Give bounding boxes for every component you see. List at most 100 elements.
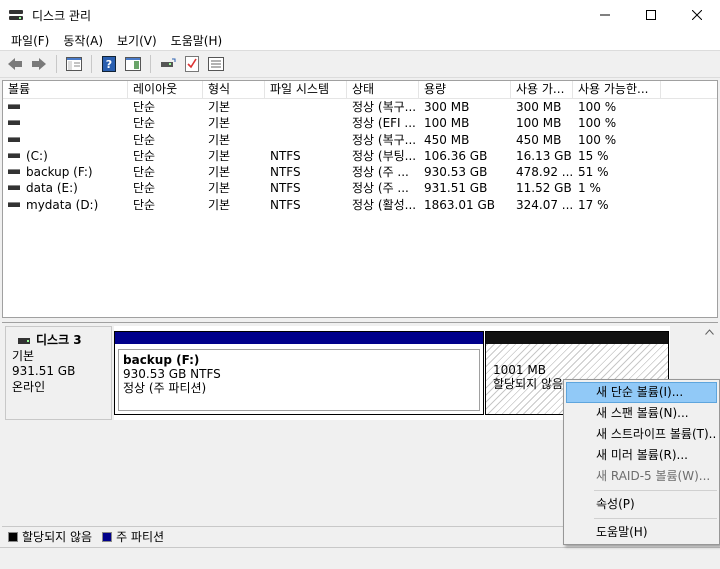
- volume-row[interactable]: 단순 기본 정상 (복구... 300 MB 300 MB 100 %: [3, 99, 717, 115]
- volume-status: 정상 (활성...: [352, 197, 417, 212]
- volume-filesystem: NTFS: [270, 148, 301, 163]
- partition-name: backup (F:): [123, 353, 200, 367]
- volume-icon: [8, 136, 20, 142]
- volume-filesystem: [265, 132, 347, 148]
- disk-info[interactable]: 디스크 3 기본 931.51 GB 온라인: [5, 326, 112, 420]
- column-header-layout[interactable]: 레이아웃: [128, 81, 203, 99]
- volume-layout: 단순: [133, 165, 156, 180]
- volume-icon: [8, 152, 20, 158]
- primary-partition[interactable]: backup (F:) 930.53 GB NTFS 정상 (주 파티션): [114, 331, 484, 415]
- menu-item-new-simple-volume[interactable]: 새 단순 볼륨(I)...: [566, 382, 717, 403]
- disk-state: 온라인: [12, 379, 46, 394]
- check-button[interactable]: [181, 53, 203, 75]
- check-icon: [185, 56, 199, 72]
- volume-percent-free: 100 %: [578, 100, 617, 114]
- column-header-percent-free[interactable]: 사용 가능한...: [573, 81, 661, 99]
- volume-filesystem: [265, 99, 347, 115]
- volume-name: backup (F:): [26, 165, 93, 180]
- volume-layout: 단순: [133, 148, 156, 163]
- primary-partition-bar: [115, 332, 483, 344]
- volume-status: 정상 (주 ...: [352, 181, 409, 196]
- menu-item-new-mirrored-volume[interactable]: 새 미러 볼륨(R)...: [566, 445, 717, 466]
- volume-percent-free: 100 %: [578, 132, 617, 147]
- volume-icon: [8, 185, 20, 191]
- volume-row[interactable]: backup (F:) 단순 기본 NTFS 정상 (주 ... 930.53 …: [3, 164, 717, 180]
- menu-file[interactable]: 파일(F): [4, 32, 56, 49]
- volume-filesystem: NTFS: [270, 165, 301, 180]
- volume-free: 16.13 GB: [516, 148, 572, 163]
- disk-type: 기본: [12, 348, 35, 363]
- volume-percent-free: 1 %: [578, 181, 601, 196]
- column-header-capacity[interactable]: 용량: [419, 81, 511, 99]
- menu-item-help[interactable]: 도움말(H): [566, 522, 717, 543]
- help-button[interactable]: ?: [98, 53, 120, 75]
- volume-row[interactable]: (C:) 단순 기본 NTFS 정상 (부팅... 106.36 GB 16.1…: [3, 148, 717, 164]
- column-header-free-space[interactable]: 사용 가...: [511, 81, 573, 99]
- menu-separator: [594, 490, 717, 491]
- volume-percent-free: 51 %: [578, 165, 609, 180]
- column-header-volume[interactable]: 볼륨: [3, 81, 128, 99]
- unallocated-partition-bar: [486, 332, 668, 344]
- back-arrow-icon: [8, 58, 22, 70]
- toolbar-separator: [56, 55, 57, 73]
- menu-item-new-spanned-volume[interactable]: 새 스팬 볼륨(N)...: [566, 403, 717, 424]
- menu-view[interactable]: 보기(V): [110, 32, 164, 49]
- properties-icon: [208, 57, 224, 71]
- column-header-type[interactable]: 형식: [203, 81, 265, 99]
- properties-button[interactable]: [205, 53, 227, 75]
- legend-label-unallocated: 할당되지 않음: [22, 530, 93, 544]
- connect-drive-button[interactable]: [157, 53, 179, 75]
- column-header-filesystem[interactable]: 파일 시스템: [265, 81, 347, 99]
- back-button[interactable]: [4, 53, 26, 75]
- volume-type: 기본: [208, 197, 231, 212]
- maximize-button[interactable]: [628, 0, 674, 30]
- volume-row[interactable]: data (E:) 단순 기본 NTFS 정상 (주 ... 931.51 GB…: [3, 180, 717, 196]
- menu-item-properties[interactable]: 속성(P): [566, 494, 717, 515]
- menu-help[interactable]: 도움말(H): [164, 32, 230, 49]
- maximize-icon: [646, 10, 656, 20]
- volume-free: 450 MB: [516, 132, 562, 147]
- volume-type: 기본: [208, 165, 231, 180]
- volume-free: 300 MB: [516, 100, 562, 114]
- volume-free: 324.07 ...: [516, 197, 573, 212]
- scroll-up-icon[interactable]: [705, 329, 714, 335]
- toolbar-separator: [150, 55, 151, 73]
- volume-layout: 단순: [133, 132, 156, 147]
- forward-button[interactable]: [28, 53, 50, 75]
- volume-free: 478.92 ...: [516, 165, 573, 180]
- connect-drive-icon: [161, 58, 176, 67]
- volume-icon: [8, 169, 20, 175]
- disk-icon: [18, 337, 30, 344]
- volume-layout: 단순: [133, 181, 156, 196]
- partition-size: 930.53 GB NTFS: [123, 367, 221, 381]
- console-tree-icon: [66, 57, 82, 71]
- volume-list: 볼륨 레이아웃 형식 파일 시스템 상태 용량 사용 가... 사용 가능한..…: [2, 80, 718, 318]
- volume-percent-free: 100 %: [578, 116, 617, 131]
- menu-action[interactable]: 동작(A): [56, 32, 110, 49]
- close-button[interactable]: [674, 0, 720, 30]
- menu-item-new-striped-volume[interactable]: 새 스트라이프 볼륨(T)...: [566, 424, 717, 445]
- toolbar-separator: [91, 55, 92, 73]
- detail-pane-button[interactable]: [122, 53, 144, 75]
- volume-name: (C:): [26, 148, 48, 163]
- volume-status: 정상 (복구...: [352, 100, 417, 114]
- menu-item-new-raid5-volume: 새 RAID-5 볼륨(W)...: [596, 469, 711, 483]
- minimize-button[interactable]: [582, 0, 628, 30]
- volume-row[interactable]: 단순 기본 정상 (복구... 450 MB 450 MB 100 %: [3, 132, 717, 148]
- column-header-status[interactable]: 상태: [347, 81, 419, 99]
- volume-capacity: 450 MB: [424, 132, 470, 147]
- volume-capacity: 106.36 GB: [424, 148, 488, 163]
- menu-bar: 파일(F) 동작(A) 보기(V) 도움말(H): [0, 30, 720, 50]
- console-tree-button[interactable]: [63, 53, 85, 75]
- title-bar: 디스크 관리: [0, 0, 720, 30]
- volume-filesystem: [265, 115, 347, 131]
- volume-type: 기본: [208, 100, 231, 114]
- volume-layout: 단순: [133, 100, 156, 114]
- volume-status: 정상 (복구...: [352, 132, 417, 147]
- volume-status: 정상 (주 ...: [352, 165, 409, 180]
- volume-layout: 단순: [133, 116, 156, 131]
- volume-row[interactable]: mydata (D:) 단순 기본 NTFS 정상 (활성... 1863.01…: [3, 197, 717, 213]
- unallocated-size: 1001 MB: [493, 363, 546, 377]
- volume-row[interactable]: 단순 기본 정상 (EFI ... 100 MB 100 MB 100 %: [3, 115, 717, 131]
- disk-management-icon: [8, 7, 24, 23]
